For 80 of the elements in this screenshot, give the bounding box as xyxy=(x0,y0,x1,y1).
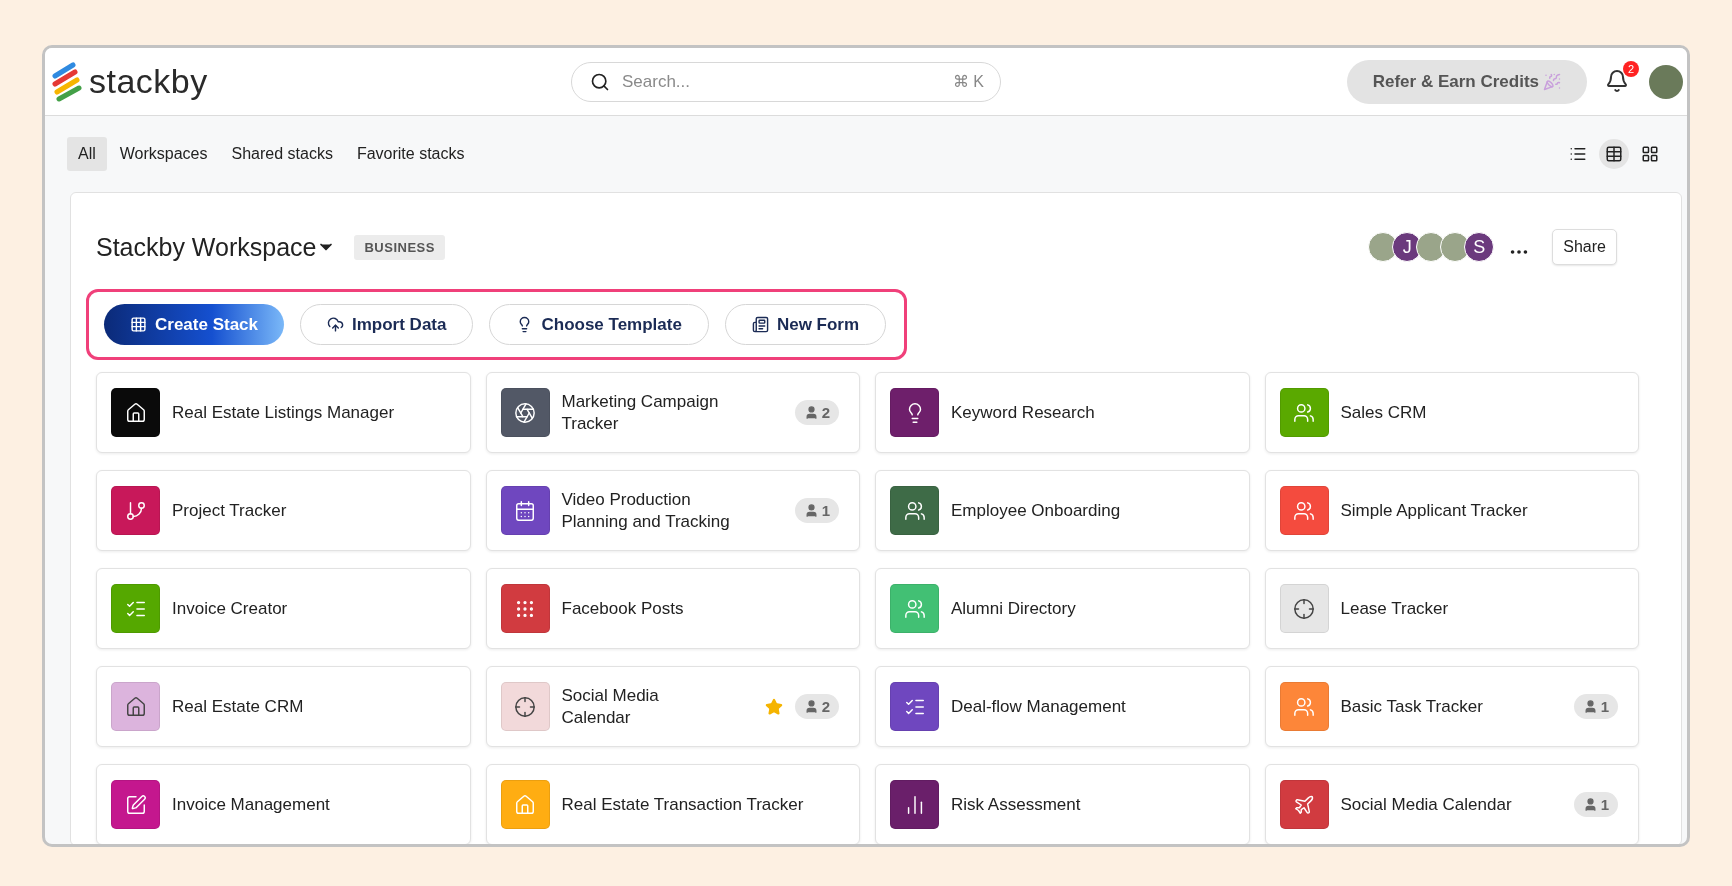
newspaper-icon xyxy=(751,316,769,333)
person-icon xyxy=(1582,797,1598,812)
stack-name: Video Production Planning and Tracking xyxy=(561,488,731,533)
stack-card[interactable]: Keyword Research xyxy=(875,372,1250,453)
list-icon xyxy=(1569,145,1587,163)
member-count: 1 xyxy=(1573,792,1618,817)
stack-card[interactable]: Project Tracker xyxy=(96,470,471,551)
search-field[interactable]: Search... xyxy=(620,66,943,97)
logo-text[interactable]: stackby xyxy=(89,62,208,101)
user-avatar[interactable] xyxy=(1649,64,1683,99)
filter-tab[interactable]: Favorite stacks xyxy=(345,137,476,171)
stack-card[interactable]: Simple Applicant Tracker xyxy=(1264,470,1639,551)
stack-card[interactable]: Invoice Management xyxy=(96,764,471,844)
stack-name: Keyword Research xyxy=(951,401,1096,424)
member-count: 1 xyxy=(1573,694,1618,719)
stack-card[interactable]: Lease Tracker xyxy=(1264,568,1639,649)
stack-name: Real Estate Transaction Tracker xyxy=(561,793,805,816)
stack-card[interactable]: Alumni Directory xyxy=(875,568,1250,649)
stack-name: Risk Assessment xyxy=(951,793,1082,816)
member-avatar[interactable]: S xyxy=(1464,232,1495,262)
stack-card[interactable]: Video Production Planning and Tracking 1 xyxy=(485,470,860,551)
member-count: 2 xyxy=(794,400,839,425)
action-button[interactable]: Choose Template xyxy=(489,304,709,345)
search-icon xyxy=(590,71,610,92)
table-icon xyxy=(1605,145,1623,163)
stack-card[interactable]: Social Media Calendar 2 xyxy=(485,666,860,747)
stack-card[interactable]: Real Estate CRM xyxy=(96,666,471,747)
stack-card[interactable]: Facebook Posts xyxy=(485,568,860,649)
plan-tag: BUSINESS xyxy=(354,234,445,260)
stack-name: Employee Onboarding xyxy=(951,499,1122,522)
stack-card[interactable]: Risk Assessment xyxy=(875,764,1250,844)
notification-icon[interactable] xyxy=(1605,68,1629,93)
action-button[interactable]: New Form xyxy=(724,304,887,345)
stack-name: Facebook Posts xyxy=(561,597,685,620)
workspace-title[interactable]: Stackby Workspace xyxy=(96,232,317,262)
stack-name: Project Tracker xyxy=(172,499,288,522)
action-button[interactable]: Create Stack xyxy=(104,304,284,345)
stack-name: Real Estate CRM xyxy=(172,695,305,718)
stack-name: Lease Tracker xyxy=(1340,597,1450,620)
stack-name: Marketing Campaign Tracker xyxy=(561,390,720,435)
stack-name: Social Media Calendar xyxy=(1340,793,1513,816)
member-count: 1 xyxy=(794,498,839,523)
filter-tab[interactable]: All xyxy=(67,137,107,171)
stack-name: Sales CRM xyxy=(1340,401,1428,424)
grid-icon xyxy=(130,316,147,333)
stack-name: Alumni Directory xyxy=(951,597,1077,620)
person-icon xyxy=(803,699,819,714)
notification-badge: 2 xyxy=(1623,60,1639,77)
stack-card[interactable]: Marketing Campaign Tracker 2 xyxy=(485,372,860,453)
stack-name: Invoice Management xyxy=(172,793,331,816)
stack-card[interactable]: Deal-flow Management xyxy=(875,666,1250,747)
shortcut-hint: ⌘ K xyxy=(952,72,984,91)
stack-card[interactable]: Sales CRM xyxy=(1264,372,1639,453)
table-view-button[interactable] xyxy=(1599,139,1629,169)
action-button[interactable]: Import Data xyxy=(300,304,474,345)
person-icon xyxy=(803,503,819,518)
stack-card[interactable]: Social Media Calendar 1 xyxy=(1264,764,1639,844)
person-icon xyxy=(1582,699,1598,714)
stack-card[interactable]: Employee Onboarding xyxy=(875,470,1250,551)
member-count: 2 xyxy=(794,694,839,719)
stack-name: Simple Applicant Tracker xyxy=(1340,499,1529,522)
star-icon[interactable] xyxy=(764,697,783,716)
stack-card[interactable]: Real Estate Transaction Tracker xyxy=(485,764,860,844)
refer-button[interactable]: Refer & Earn Credits xyxy=(1346,59,1587,104)
cloud-upload-icon xyxy=(327,316,344,333)
filter-tab[interactable]: Shared stacks xyxy=(220,137,344,171)
stack-name: Invoice Creator xyxy=(172,597,289,620)
logo-icon xyxy=(51,61,85,102)
stack-name: Social Media Calendar xyxy=(561,684,660,729)
filter-tab[interactable]: Workspaces xyxy=(108,137,219,171)
stack-card[interactable]: Real Estate Listings Manager xyxy=(96,372,471,453)
stack-card[interactable]: Basic Task Tracker 1 xyxy=(1264,666,1639,747)
stack-name: Real Estate Listings Manager xyxy=(172,401,396,424)
stack-card[interactable]: Invoice Creator xyxy=(96,568,471,649)
share-button[interactable]: Share xyxy=(1552,229,1617,265)
grid-icon xyxy=(1641,145,1659,163)
stack-name: Deal-flow Management xyxy=(951,695,1127,718)
stack-name: Basic Task Tracker xyxy=(1340,695,1484,718)
party-popper-icon xyxy=(1543,72,1561,91)
person-icon xyxy=(803,405,819,420)
